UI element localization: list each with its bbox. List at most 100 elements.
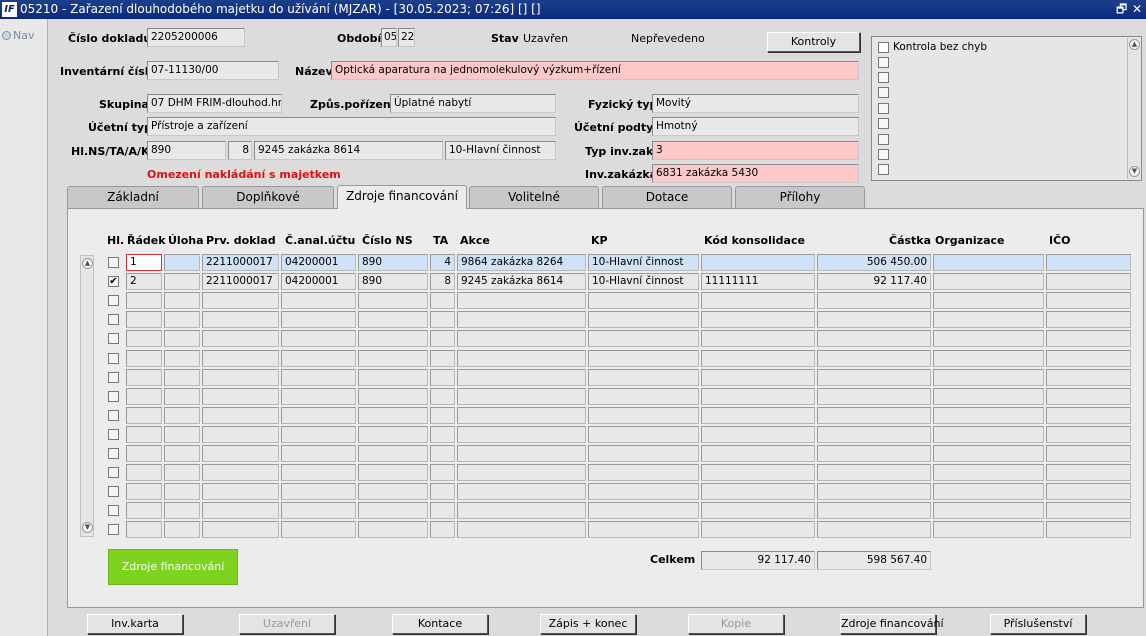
cell-anal-uctu[interactable]	[281, 369, 356, 386]
cell-uloha[interactable]	[164, 407, 200, 424]
cell-akce[interactable]	[457, 292, 586, 309]
cell-kp[interactable]	[588, 464, 699, 481]
zdroje-financovani-green-button[interactable]: Zdroje financování	[108, 549, 238, 585]
cell-cislo-ns[interactable]	[358, 521, 428, 538]
scroll-up-icon[interactable]: ▲	[1129, 39, 1140, 50]
cell-anal-uctu[interactable]	[281, 407, 356, 424]
cell-ico[interactable]	[1046, 273, 1131, 290]
cell-prv-doklad[interactable]	[202, 464, 279, 481]
cell-ico[interactable]	[1046, 483, 1131, 500]
ucetni-typ-field[interactable]: Přístroje a zařízení	[147, 117, 556, 136]
cell-organizace[interactable]	[933, 273, 1044, 290]
tab-doplnkove[interactable]: Doplňkové	[202, 186, 334, 208]
row-hl-checkbox[interactable]	[108, 333, 119, 344]
cell-kod-konsolidace[interactable]	[701, 292, 815, 309]
cell-kp[interactable]	[588, 521, 699, 538]
cell-kod-konsolidace[interactable]	[701, 502, 815, 519]
cell-prv-doklad[interactable]	[202, 407, 279, 424]
cell-uloha[interactable]	[164, 521, 200, 538]
cell-prv-doklad[interactable]	[202, 445, 279, 462]
table-scrollbar[interactable]: ▲ ▼	[80, 255, 94, 537]
cell-uloha[interactable]	[164, 502, 200, 519]
cell-anal-uctu[interactable]	[281, 311, 356, 328]
cell-radek[interactable]	[126, 311, 162, 328]
cell-radek[interactable]	[126, 521, 162, 538]
cell-organizace[interactable]	[933, 407, 1044, 424]
cell-kod-konsolidace[interactable]	[701, 407, 815, 424]
cell-kod-konsolidace[interactable]	[701, 254, 815, 271]
cell-kp[interactable]: 10-Hlavní činnost	[588, 273, 699, 290]
cell-ta[interactable]	[430, 445, 455, 462]
cell-anal-uctu[interactable]	[281, 502, 356, 519]
row-hl-checkbox[interactable]	[108, 505, 119, 516]
cell-cislo-ns[interactable]	[358, 311, 428, 328]
cell-castka[interactable]	[817, 388, 931, 405]
cell-organizace[interactable]	[933, 330, 1044, 347]
row-hl-checkbox[interactable]	[108, 391, 119, 402]
cell-ico[interactable]	[1046, 350, 1131, 367]
cell-uloha[interactable]	[164, 426, 200, 443]
cell-ta[interactable]: 8	[430, 273, 455, 290]
cell-cislo-ns[interactable]: 890	[358, 254, 428, 271]
cell-cislo-ns[interactable]	[358, 426, 428, 443]
cell-akce[interactable]	[457, 330, 586, 347]
cell-akce[interactable]: 9245 zakázka 8614	[457, 273, 586, 290]
cell-kod-konsolidace[interactable]	[701, 369, 815, 386]
row-hl-checkbox[interactable]	[108, 429, 119, 440]
cell-prv-doklad[interactable]	[202, 502, 279, 519]
cell-ico[interactable]	[1046, 426, 1131, 443]
kontroly-button[interactable]: Kontroly	[767, 32, 860, 52]
cell-castka[interactable]: 506 450.00	[817, 254, 931, 271]
cell-radek[interactable]	[126, 407, 162, 424]
cell-akce[interactable]	[457, 521, 586, 538]
cell-cislo-ns[interactable]	[358, 369, 428, 386]
kopie-button[interactable]: Kopie	[688, 614, 784, 634]
cell-kod-konsolidace[interactable]	[701, 483, 815, 500]
cell-uloha[interactable]	[164, 369, 200, 386]
row-hl-checkbox[interactable]	[108, 410, 119, 421]
cell-anal-uctu[interactable]	[281, 292, 356, 309]
check-slot[interactable]	[878, 103, 889, 114]
row-hl-checkbox[interactable]	[108, 295, 119, 306]
hlns-kp-field[interactable]: 10-Hlavní činnost	[445, 141, 556, 160]
tab-volitelne[interactable]: Volitelné	[469, 186, 599, 208]
cell-cislo-ns[interactable]	[358, 445, 428, 462]
cell-ico[interactable]	[1046, 388, 1131, 405]
cell-prv-doklad[interactable]	[202, 426, 279, 443]
uzavreni-button[interactable]: Uzavření	[239, 614, 335, 634]
row-hl-checkbox[interactable]	[108, 314, 119, 325]
cell-anal-uctu[interactable]: 04200001	[281, 273, 356, 290]
cell-cislo-ns[interactable]	[358, 483, 428, 500]
cell-kp[interactable]	[588, 426, 699, 443]
cell-ta[interactable]	[430, 483, 455, 500]
row-hl-checkbox[interactable]	[108, 486, 119, 497]
cell-uloha[interactable]	[164, 311, 200, 328]
check-slot[interactable]	[878, 118, 889, 129]
hlns-akce-field[interactable]: 9245 zakázka 8614	[254, 141, 443, 160]
cell-prv-doklad[interactable]	[202, 350, 279, 367]
cell-prv-doklad[interactable]	[202, 330, 279, 347]
cell-cislo-ns[interactable]	[358, 464, 428, 481]
cell-castka[interactable]	[817, 369, 931, 386]
cell-akce[interactable]	[457, 388, 586, 405]
restore-window-icon[interactable]: 🗗	[1116, 0, 1127, 19]
cell-cislo-ns[interactable]	[358, 388, 428, 405]
cell-cislo-ns[interactable]	[358, 407, 428, 424]
cell-radek[interactable]	[126, 330, 162, 347]
skupina-field[interactable]: 07 DHM FRIM-dlouhod.hmo	[147, 94, 282, 113]
cell-radek[interactable]	[126, 369, 162, 386]
cell-ico[interactable]	[1046, 292, 1131, 309]
cell-radek[interactable]	[126, 388, 162, 405]
cell-radek[interactable]: 2	[126, 273, 162, 290]
ucetni-podtyp-field[interactable]: Hmotný	[652, 117, 859, 136]
scroll-down-icon[interactable]: ▼	[1129, 166, 1140, 177]
cell-kod-konsolidace[interactable]	[701, 330, 815, 347]
cell-akce[interactable]	[457, 445, 586, 462]
row-hl-checkbox[interactable]	[108, 448, 119, 459]
cell-ico[interactable]	[1046, 464, 1131, 481]
cell-organizace[interactable]	[933, 502, 1044, 519]
cell-kod-konsolidace[interactable]	[701, 464, 815, 481]
check-slot[interactable]	[878, 134, 889, 145]
cell-ico[interactable]	[1046, 407, 1131, 424]
cell-anal-uctu[interactable]: 04200001	[281, 254, 356, 271]
